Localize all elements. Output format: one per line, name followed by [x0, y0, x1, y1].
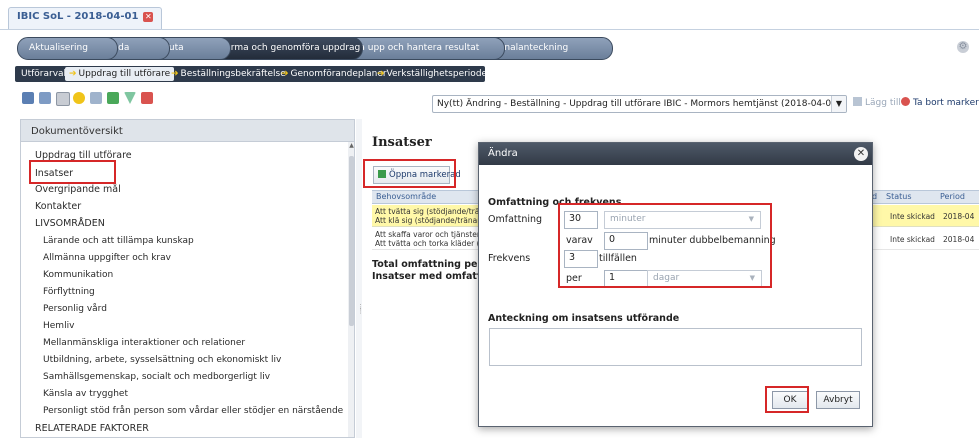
panel-header: Dokumentöversikt: [21, 120, 354, 142]
filter-icon[interactable]: [124, 92, 136, 104]
add-button[interactable]: Lägg till: [853, 97, 901, 108]
subtab-label: Verkställighetsperioder: [386, 69, 491, 79]
nav-item-personligt-stod[interactable]: Personligt stöd från person som vårdar e…: [43, 406, 343, 416]
nav-item-utbildning[interactable]: Utbildning, arbete, sysselsättning och e…: [43, 355, 281, 365]
column-header-area[interactable]: Behovsområde: [376, 192, 436, 201]
nav-item-mellanmanskliga[interactable]: Mellanmänskliga interaktioner och relati…: [43, 338, 245, 348]
column-header-status[interactable]: Status: [886, 192, 912, 201]
subtab-verkstallighetsperioder[interactable]: ➔ Verkställighetsperioder: [373, 67, 495, 81]
subtab-label: Utförarval: [21, 69, 67, 79]
page-title: Insatser: [372, 135, 432, 150]
process-step-aktualisering[interactable]: Aktualisering: [17, 37, 118, 60]
cancel-button[interactable]: Avbryt: [816, 391, 860, 409]
total-scope-label: Total omfattning per m: [372, 259, 496, 270]
subtab-utforarval[interactable]: Utförarval: [17, 67, 70, 81]
scroll-up-icon[interactable]: ▲: [348, 142, 354, 152]
status-cell: Inte skickad: [890, 212, 935, 221]
save-icon[interactable]: [22, 92, 34, 104]
row-line: Att klä sig (stödjande/tränand: [375, 216, 487, 225]
close-icon[interactable]: ✕: [854, 147, 868, 161]
nav-item-forflyttning[interactable]: Förflyttning: [43, 287, 95, 297]
scrollbar[interactable]: ▲: [348, 142, 354, 437]
frekvens-label: Frekvens: [488, 253, 531, 264]
note-label: Anteckning om insatsens utförande: [488, 313, 680, 324]
calendar-icon[interactable]: [141, 92, 153, 104]
print-icon[interactable]: [39, 92, 51, 104]
splitter-grip-icon[interactable]: ⋮ ⋮: [357, 304, 364, 323]
document-version-select[interactable]: Ny(tt) Ändring - Beställning - Uppdrag t…: [432, 95, 847, 113]
title-divider: [0, 29, 979, 30]
period-cell: 2018-04: [943, 235, 975, 244]
process-step-label: Följa upp och hantera resultat: [344, 43, 480, 53]
row-line: Att tvätta sig (stödjande/tränan: [375, 207, 494, 216]
column-header-period[interactable]: Period: [940, 192, 965, 201]
omfattning-label: Omfattning: [488, 214, 543, 225]
row-line: Att tvätta och torka kläder (st: [375, 239, 487, 248]
subtab-label: Uppdrag till utförare: [78, 69, 171, 79]
arrow-icon: ➔: [171, 69, 179, 79]
nav-section-relaterade[interactable]: RELATERADE FAKTORER: [35, 423, 149, 434]
status-cell: Inte skickad: [890, 235, 935, 244]
dialog-title: Ändra: [479, 143, 872, 165]
highlight-insatser: [29, 160, 116, 184]
process-bar: Aktualisering Utreda Besluta Utforma och…: [17, 37, 957, 60]
nav-item-hemliv[interactable]: Hemliv: [43, 321, 74, 331]
arrow-icon: ➔: [281, 69, 289, 79]
row-line: Att skaffa varor och tjänster (: [375, 230, 486, 239]
arrow-icon: ➔: [69, 69, 77, 79]
nav-item-personlig-vard[interactable]: Personlig vård: [43, 304, 107, 314]
arrow-icon: ➔: [377, 69, 385, 79]
subtab-bar: Utförarval ➔ Uppdrag till utförare ➔ Bestä…: [15, 66, 491, 82]
highlight-open-button: [363, 159, 456, 188]
subtab-bestallningsbekraftelse[interactable]: ➔ Beställningsbekräftelse: [167, 67, 290, 81]
nav-item-kommunikation[interactable]: Kommunikation: [43, 270, 113, 280]
note-textarea[interactable]: [489, 328, 862, 366]
subtab-label: Beställningsbekräftelse: [180, 69, 286, 79]
highlight-scope-fields: [558, 203, 772, 288]
nav-item-overgripande-mal[interactable]: Övergripande mål: [35, 184, 121, 195]
settings-icon[interactable]: ⚙: [957, 41, 969, 53]
nav-item-larande[interactable]: Lärande och att tillämpa kunskap: [43, 236, 194, 246]
nav-item-kontakter[interactable]: Kontakter: [35, 201, 81, 212]
red-remove-icon: [901, 97, 910, 106]
scrollbar-thumb[interactable]: [349, 156, 354, 326]
refresh-icon[interactable]: [107, 92, 119, 104]
nav-section-livsomraden[interactable]: LIVSOMRÅDEN: [35, 218, 105, 229]
window-tab[interactable]: IBIC SoL - 2018-04-01 ✕: [8, 7, 163, 29]
nav-item-samhallsgemenskap[interactable]: Samhällsgemenskap, socialt och medborger…: [43, 372, 270, 382]
remove-selected-button[interactable]: Ta bort markerad: [901, 97, 979, 108]
dropdown-arrow-icon[interactable]: ▼: [831, 96, 846, 112]
scoped-insatser-label: Insatser med omfattni: [372, 271, 492, 282]
lock-icon[interactable]: [90, 92, 102, 104]
period-cell: 2018-04: [943, 212, 975, 221]
highlight-ok-button: [765, 386, 809, 413]
process-step-label: Utforma och genomföra uppdrag: [212, 43, 361, 53]
nav-item-allmanna[interactable]: Allmänna uppgifter och krav: [43, 253, 171, 263]
document-icon[interactable]: [56, 92, 70, 106]
process-step-label: Aktualisering: [29, 43, 88, 53]
add-label: Lägg till: [865, 98, 901, 108]
subtab-uppdrag[interactable]: ➔ Uppdrag till utförare: [65, 67, 175, 81]
document-version-value: Ny(tt) Ändring - Beställning - Uppdrag t…: [437, 99, 847, 109]
nav-item-trygghet[interactable]: Känsla av trygghet: [43, 389, 128, 399]
remove-label: Ta bort markerad: [913, 98, 979, 108]
document-icon: [853, 97, 862, 106]
window-title: IBIC SoL - 2018-04-01: [17, 11, 139, 22]
lightbulb-icon[interactable]: [73, 92, 85, 104]
close-icon[interactable]: ✕: [143, 12, 154, 22]
